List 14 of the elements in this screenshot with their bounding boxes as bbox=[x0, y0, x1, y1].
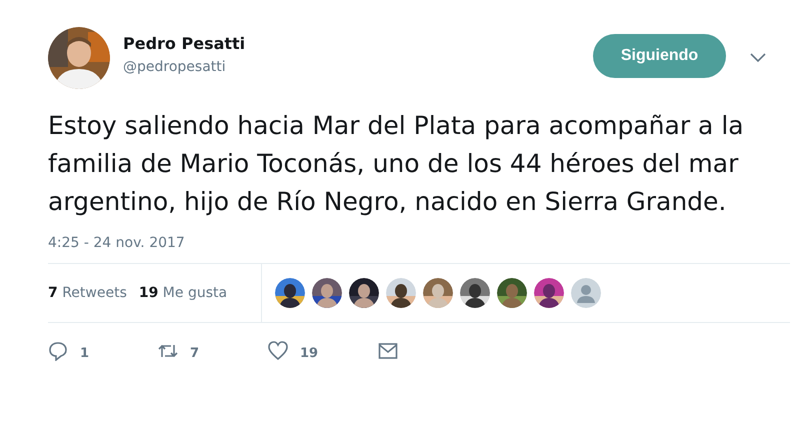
avatar-silhouette-icon[interactable] bbox=[571, 278, 601, 308]
chevron-icon[interactable] bbox=[750, 53, 766, 63]
action-count: 19 bbox=[300, 346, 318, 360]
tweet-text: Estoy saliendo hacia Mar del Plata para acompañar a la familia de Mario Toconás, uno de los 44 héroes del mar argentino, hijo de Río Negro, nacido en Sierra Grande. bbox=[48, 110, 745, 218]
tweet-timestamp[interactable]: 4:25 - 24 nov. 2017 bbox=[48, 235, 790, 261]
author-handle[interactable]: @pedropesatti bbox=[123, 59, 593, 75]
envelope-icon[interactable] bbox=[378, 341, 398, 361]
stat-link[interactable]: 19 Me gusta bbox=[138, 285, 228, 301]
heart-icon[interactable] bbox=[268, 341, 288, 361]
action-count: 7 bbox=[190, 346, 200, 360]
action-count: 1 bbox=[80, 346, 90, 360]
stat-link[interactable]: 7 Retweets bbox=[48, 285, 127, 301]
author-name[interactable]: Pedro Pesatti bbox=[123, 34, 593, 53]
reply-icon[interactable] bbox=[48, 341, 68, 361]
